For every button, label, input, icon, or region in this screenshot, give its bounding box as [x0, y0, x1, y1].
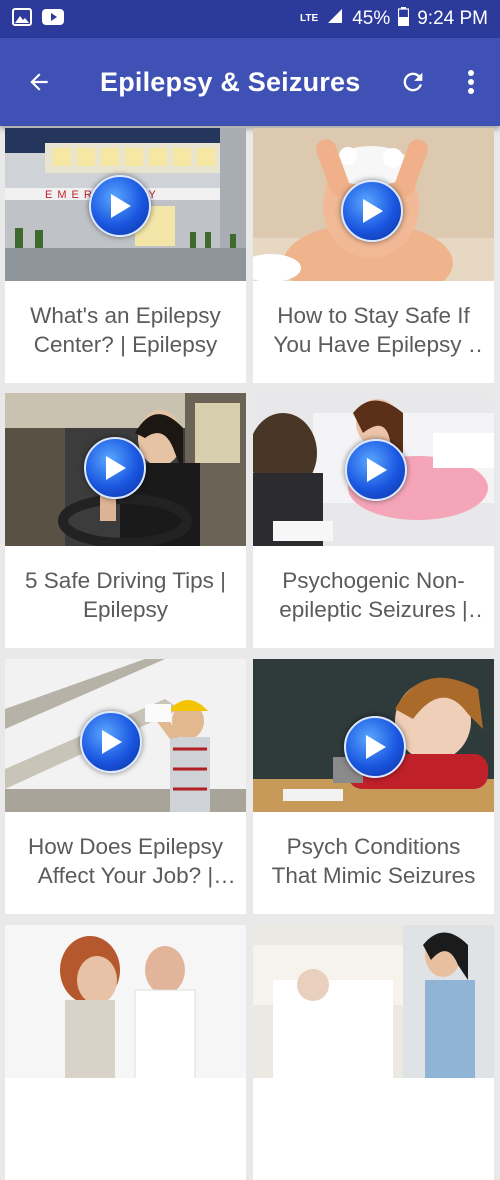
video-card[interactable]: 5 Safe Driving Tips | Epilepsy — [5, 393, 246, 648]
play-icon — [106, 456, 126, 480]
video-thumbnail — [253, 659, 494, 812]
page-title: Epilepsy & Seizures — [100, 66, 361, 97]
video-thumbnail — [253, 393, 494, 546]
video-thumbnail — [253, 925, 494, 1078]
video-title: How Does Epilepsy Affect Your Job? | Epi… — [27, 834, 224, 888]
play-icon — [102, 730, 122, 754]
battery-icon — [398, 6, 410, 32]
refresh-button[interactable] — [384, 38, 442, 126]
play-button[interactable] — [84, 437, 146, 499]
back-button[interactable] — [0, 38, 78, 126]
video-card[interactable]: EMERGENCY What's an Epilepsy Center? | E… — [5, 128, 246, 383]
clock: 9:24 PM — [417, 8, 488, 29]
play-icon — [367, 458, 387, 482]
video-card[interactable] — [5, 925, 246, 1180]
video-thumbnail — [253, 128, 494, 281]
video-title: What's an Epilepsy Center? | Epilepsy — [30, 303, 221, 357]
play-button[interactable] — [89, 175, 151, 237]
app-bar: Epilepsy & Seizures — [0, 38, 500, 126]
refresh-icon — [403, 72, 423, 92]
overflow-menu-button[interactable] — [442, 38, 500, 126]
play-button[interactable] — [345, 439, 407, 501]
video-card[interactable] — [253, 925, 494, 1180]
video-title: Psych Conditions That Mimic Seizures — [271, 834, 476, 888]
video-card[interactable]: How to Stay Safe If You Have Epilepsy | … — [253, 128, 494, 383]
play-icon — [366, 735, 386, 759]
video-card[interactable]: How Does Epilepsy Affect Your Job? | Epi… — [5, 659, 246, 914]
video-title: Psychogenic Non-epileptic Seizures | Epi… — [279, 568, 468, 622]
video-card[interactable]: Psych Conditions That Mimic Seizures — [253, 659, 494, 914]
battery-percent: 45% — [352, 8, 391, 29]
play-icon — [111, 194, 131, 218]
network-type: LTE — [300, 13, 319, 24]
play-icon — [363, 199, 383, 223]
video-title: How to Stay Safe If You Have Epilepsy | … — [273, 303, 474, 357]
video-thumbnail: EMERGENCY — [5, 128, 246, 281]
video-thumbnail — [5, 925, 246, 1078]
overflow-menu-icon — [468, 70, 474, 94]
play-button[interactable] — [344, 716, 406, 778]
signal-icon — [326, 7, 344, 31]
image-icon — [12, 7, 32, 31]
back-arrow-icon — [30, 73, 48, 91]
youtube-icon — [42, 8, 64, 30]
video-thumbnail — [5, 393, 246, 546]
video-card[interactable]: Psychogenic Non-epileptic Seizures | Epi… — [253, 393, 494, 648]
video-title: 5 Safe Driving Tips | Epilepsy — [25, 568, 226, 622]
play-button[interactable] — [341, 180, 403, 242]
video-thumbnail — [5, 659, 246, 812]
status-bar: LTE 45% 9:24 PM — [0, 0, 500, 38]
play-button[interactable] — [80, 711, 142, 773]
